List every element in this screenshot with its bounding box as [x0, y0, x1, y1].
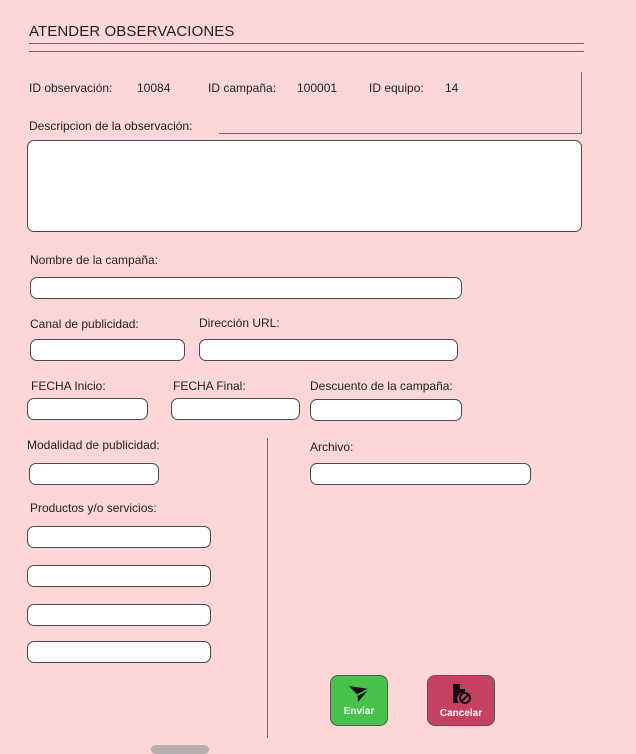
descuento-label: Descuento de la campaña:: [310, 379, 453, 393]
scrollbar-thumb[interactable]: [151, 745, 209, 754]
productos-label: Productos y/o servicios:: [30, 501, 157, 515]
producto-input-1[interactable]: [27, 526, 211, 548]
fecha-final-label: FECHA Final:: [173, 379, 246, 393]
title-divider-bottom: [29, 51, 584, 52]
id-panel-bottom-border: [219, 133, 582, 134]
enviar-label: Enviar: [343, 705, 375, 717]
cancelar-label: Cancelar: [439, 707, 483, 719]
column-divider: [267, 438, 268, 738]
modalidad-label: Modalidad de publicidad:: [27, 438, 160, 452]
canal-input[interactable]: [30, 339, 185, 361]
page-title: ATENDER OBSERVACIONES: [29, 23, 235, 40]
url-label: Dirección URL:: [199, 316, 280, 330]
producto-input-4[interactable]: [27, 641, 211, 663]
id-panel-right-border: [581, 72, 582, 133]
send-icon: [348, 685, 370, 706]
nombre-campana-label: Nombre de la campaña:: [30, 253, 159, 267]
observacion-id-label: ID observación:: [29, 81, 113, 95]
descuento-input[interactable]: [310, 399, 462, 421]
descripcion-label: Descripcion de la observación:: [29, 119, 193, 133]
campana-id-value: 100001: [297, 81, 338, 95]
canal-label: Canal de publicidad:: [30, 317, 139, 331]
equipo-id-label: ID equipo:: [369, 81, 424, 95]
equipo-id-value: 14: [445, 81, 459, 95]
campana-id-label: ID campaña:: [208, 81, 277, 95]
archivo-label: Archivo:: [310, 440, 354, 454]
fecha-inicio-input[interactable]: [27, 398, 148, 420]
title-divider-top: [29, 43, 584, 44]
enviar-button[interactable]: Enviar: [330, 675, 388, 726]
observacion-id-value: 10084: [137, 81, 171, 95]
producto-input-2[interactable]: [27, 565, 211, 587]
nombre-campana-input[interactable]: [30, 277, 462, 299]
producto-input-3[interactable]: [27, 604, 211, 626]
file-cancel-icon: [450, 683, 472, 708]
url-input[interactable]: [199, 339, 458, 361]
descripcion-textarea[interactable]: [27, 140, 582, 232]
modalidad-input[interactable]: [29, 463, 159, 485]
archivo-input[interactable]: [310, 463, 531, 485]
fecha-final-input[interactable]: [171, 398, 300, 420]
cancelar-button[interactable]: Cancelar: [427, 675, 495, 726]
fecha-inicio-label: FECHA Inicio:: [31, 379, 106, 393]
